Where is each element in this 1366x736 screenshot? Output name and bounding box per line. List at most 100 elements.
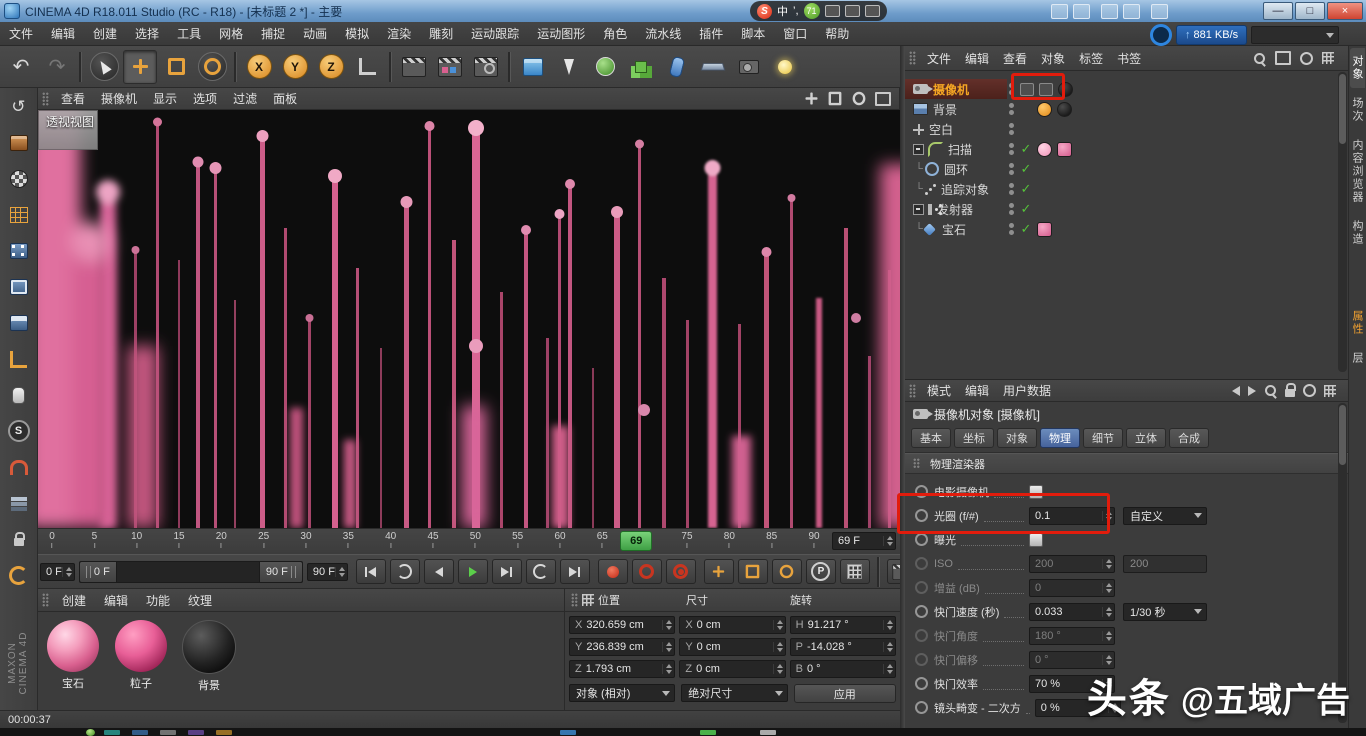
keyframe-ring-icon[interactable] [915,701,928,714]
menu-plugins[interactable]: 插件 [690,22,732,45]
tab-object[interactable]: 对象 [997,428,1037,448]
cloud-sync-icon[interactable] [1150,24,1172,46]
spinner-icon[interactable] [335,567,345,577]
viewport-menu-view[interactable]: 查看 [53,90,93,107]
rotation-b-field[interactable]: B0 ° [790,660,896,678]
taskbar-app-icon[interactable] [760,730,776,735]
coordinate-system-icon[interactable] [350,50,384,84]
tab-composition[interactable]: 合成 [1169,428,1209,448]
record-position-button[interactable] [704,559,734,584]
shutter-angle-field[interactable]: 180 ° [1029,627,1115,645]
size-x-field[interactable]: X0 cm [679,616,785,634]
filter-icon[interactable] [1300,52,1313,65]
visibility-dots[interactable] [1007,223,1015,235]
windows-taskbar[interactable] [0,728,1366,736]
object-row-gem[interactable]: └ 宝石 ✓ [905,219,1348,239]
model-mode-icon[interactable] [4,128,34,158]
size-y-field[interactable]: Y0 cm [679,638,785,656]
viewport-menu-filter[interactable]: 过滤 [225,90,265,107]
object-row-sweep[interactable]: 扫描 ✓ [905,139,1348,159]
menu-snap[interactable]: 捕捉 [252,22,294,45]
hud-toggle-icon[interactable] [4,560,34,590]
menu-mograph[interactable]: 运动图形 [528,22,594,45]
edges-mode-icon[interactable] [4,272,34,302]
exposure-checkbox[interactable] [1029,533,1043,547]
play-button[interactable] [458,559,488,584]
autokey-button[interactable] [632,559,662,584]
zoom-view-icon[interactable] [827,91,843,107]
ime-punct-toggle[interactable]: ’, [793,5,799,17]
record-rotation-button[interactable] [772,559,802,584]
taskbar-app-icon[interactable] [216,730,232,735]
menu-animate[interactable]: 动画 [294,22,336,45]
undo-icon[interactable]: ↶ [4,50,38,84]
visibility-dots[interactable] [1007,163,1015,175]
loop-button[interactable] [526,559,556,584]
taskbar-app-icon[interactable] [132,730,148,735]
fstop-preset-dropdown[interactable]: 自定义 [1123,507,1207,525]
visibility-dots[interactable] [1007,203,1015,215]
subdivision-surface-icon[interactable] [588,50,622,84]
rotation-h-field[interactable]: H91.217 ° [790,616,896,634]
menu-help[interactable]: 帮助 [816,22,858,45]
gain-field[interactable]: 0 [1029,579,1115,597]
enabled-check-icon[interactable]: ✓ [1020,221,1032,237]
material-item[interactable]: 背景 [180,620,238,693]
panel-grip[interactable] [909,384,916,398]
keyframe-ring-icon[interactable] [915,677,928,690]
magnet-snap-icon[interactable] [4,452,34,482]
polygons-mode-icon[interactable] [4,308,34,338]
object-row-tracer[interactable]: └ 追踪对象 ✓ [905,179,1348,199]
keyframe-selection-button[interactable] [666,559,696,584]
record-keyframe-button[interactable] [598,559,628,584]
search-icon[interactable] [1264,384,1277,397]
taskbar-app-icon[interactable] [188,730,204,735]
light-tool-icon[interactable] [768,50,802,84]
spinner-icon[interactable] [1102,655,1112,665]
tab-structure[interactable]: 构造 [1350,213,1365,253]
material-menu-create[interactable]: 创建 [53,592,95,609]
scrollbar[interactable] [1338,72,1347,372]
minimize-button[interactable]: — [1263,2,1293,20]
spinner-icon[interactable] [662,642,672,652]
texture-mode-icon[interactable] [4,164,34,194]
coordinate-mode-dropdown[interactable]: 对象 (相对) [569,684,675,702]
size-mode-dropdown[interactable]: 绝对尺寸 [681,684,787,702]
material-menu-function[interactable]: 功能 [137,592,179,609]
tray-icon[interactable] [1051,4,1068,19]
range-start-handle[interactable]: 0 F [80,562,117,582]
viewport-solo-icon[interactable] [4,380,34,410]
workplane-mode-icon[interactable] [4,200,34,230]
download-speed[interactable]: ↑ 881 KB/s [1176,25,1247,45]
visibility-dots[interactable] [1007,123,1015,135]
menu-tools[interactable]: 工具 [168,22,210,45]
tab-content-browser[interactable]: 内容浏览器 [1350,132,1365,211]
render-picture-viewer-icon[interactable] [433,50,467,84]
enable-axis-icon[interactable] [4,344,34,374]
y-axis-lock-icon[interactable]: Y [278,50,312,84]
toggle-views-icon[interactable] [875,91,891,107]
material-tag-thumbnail[interactable] [1037,222,1052,237]
enabled-check-icon[interactable]: ✓ [1020,181,1032,197]
menu-sculpt[interactable]: 雕刻 [420,22,462,45]
menu-select[interactable]: 选择 [126,22,168,45]
close-button[interactable]: × [1327,2,1363,20]
shutter-speed-field[interactable]: 0.033 [1029,603,1115,621]
spinner-icon[interactable] [883,536,893,546]
om-menu-bookmarks[interactable]: 书签 [1110,50,1148,67]
object-row-camera[interactable]: 摄像机 [905,79,1348,99]
material-tag-thumbnail[interactable] [1057,142,1072,157]
pin-icon[interactable] [1303,384,1316,397]
material-tag-thumbnail[interactable] [1037,102,1052,117]
keyframe-ring-icon[interactable] [915,533,928,546]
menu-render[interactable]: 渲染 [378,22,420,45]
spinner-icon[interactable] [773,642,783,652]
viewport-canvas[interactable]: 透视视图 [38,110,900,528]
taskbar-app-icon[interactable] [160,730,176,735]
pan-view-icon[interactable] [803,91,819,107]
collapse-icon[interactable] [913,204,924,215]
tab-attributes[interactable]: 属性 [1350,303,1365,343]
snap-settings-icon[interactable]: S [4,416,34,446]
panel-grip[interactable] [909,51,916,65]
visibility-dots[interactable] [1007,183,1015,195]
